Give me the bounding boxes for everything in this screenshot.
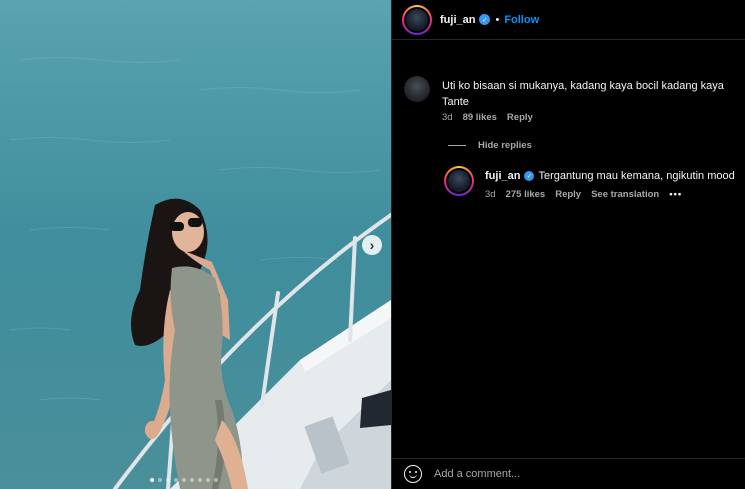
carousel-dot: [190, 478, 194, 482]
photo-illustration: [0, 0, 391, 489]
comment-meta: 3d 89 likes Reply: [442, 112, 533, 123]
carousel-dot: [166, 478, 170, 482]
reply-text: Tergantung mau kemana, ngikutin mood: [538, 170, 735, 182]
carousel-dot: [150, 478, 154, 482]
carousel-dot: [158, 478, 162, 482]
follow-button[interactable]: Follow: [504, 14, 539, 26]
reply-time: 3d: [485, 189, 496, 200]
hide-replies-button[interactable]: Hide replies: [448, 140, 532, 151]
comment-likes[interactable]: 89 likes: [463, 112, 497, 123]
reply-author-avatar[interactable]: [444, 166, 474, 196]
carousel-dot: [206, 478, 210, 482]
emoji-icon[interactable]: [404, 465, 422, 483]
comment-text: Uti ko bisaan si mukanya, kadang kaya bo…: [442, 80, 724, 108]
comment-reply-button[interactable]: Reply: [507, 112, 533, 123]
carousel-indicator: [150, 478, 218, 482]
chevron-right-icon: ›: [369, 237, 375, 253]
comments-panel: fuji_an ✓ • Follow Uti ko bisaan si muka…: [391, 0, 745, 489]
commenter-avatar[interactable]: [404, 76, 430, 102]
post-photo: ›: [0, 0, 391, 489]
divider-line: [448, 145, 466, 146]
carousel-next-button[interactable]: ›: [362, 235, 382, 255]
carousel-dot: [174, 478, 178, 482]
add-comment-input[interactable]: [434, 468, 724, 480]
reply-reply-button[interactable]: Reply: [555, 189, 581, 200]
more-options-icon[interactable]: •••: [669, 189, 682, 200]
comment-time: 3d: [442, 112, 453, 123]
hide-replies-label: Hide replies: [478, 140, 532, 151]
reply-content: fuji_an ✓ Tergantung mau kemana, ngikuti…: [485, 170, 735, 182]
post-header: fuji_an ✓ • Follow: [392, 0, 745, 40]
avatar-image: [406, 8, 428, 31]
see-translation-button[interactable]: See translation: [591, 189, 659, 200]
verified-badge-icon: ✓: [524, 171, 535, 181]
comment-composer: [392, 458, 745, 489]
reply-username[interactable]: fuji_an: [485, 170, 520, 182]
avatar-image: [448, 170, 470, 192]
carousel-dot: [214, 478, 218, 482]
author-username[interactable]: fuji_an: [440, 14, 475, 26]
carousel-dot: [198, 478, 202, 482]
author-avatar[interactable]: [402, 4, 432, 35]
carousel-dot: [182, 478, 186, 482]
verified-badge-icon: ✓: [479, 14, 491, 25]
reply-likes[interactable]: 275 likes: [506, 189, 546, 200]
reply-meta: 3d 275 likes Reply See translation •••: [485, 189, 682, 200]
separator-dot: •: [495, 13, 500, 26]
